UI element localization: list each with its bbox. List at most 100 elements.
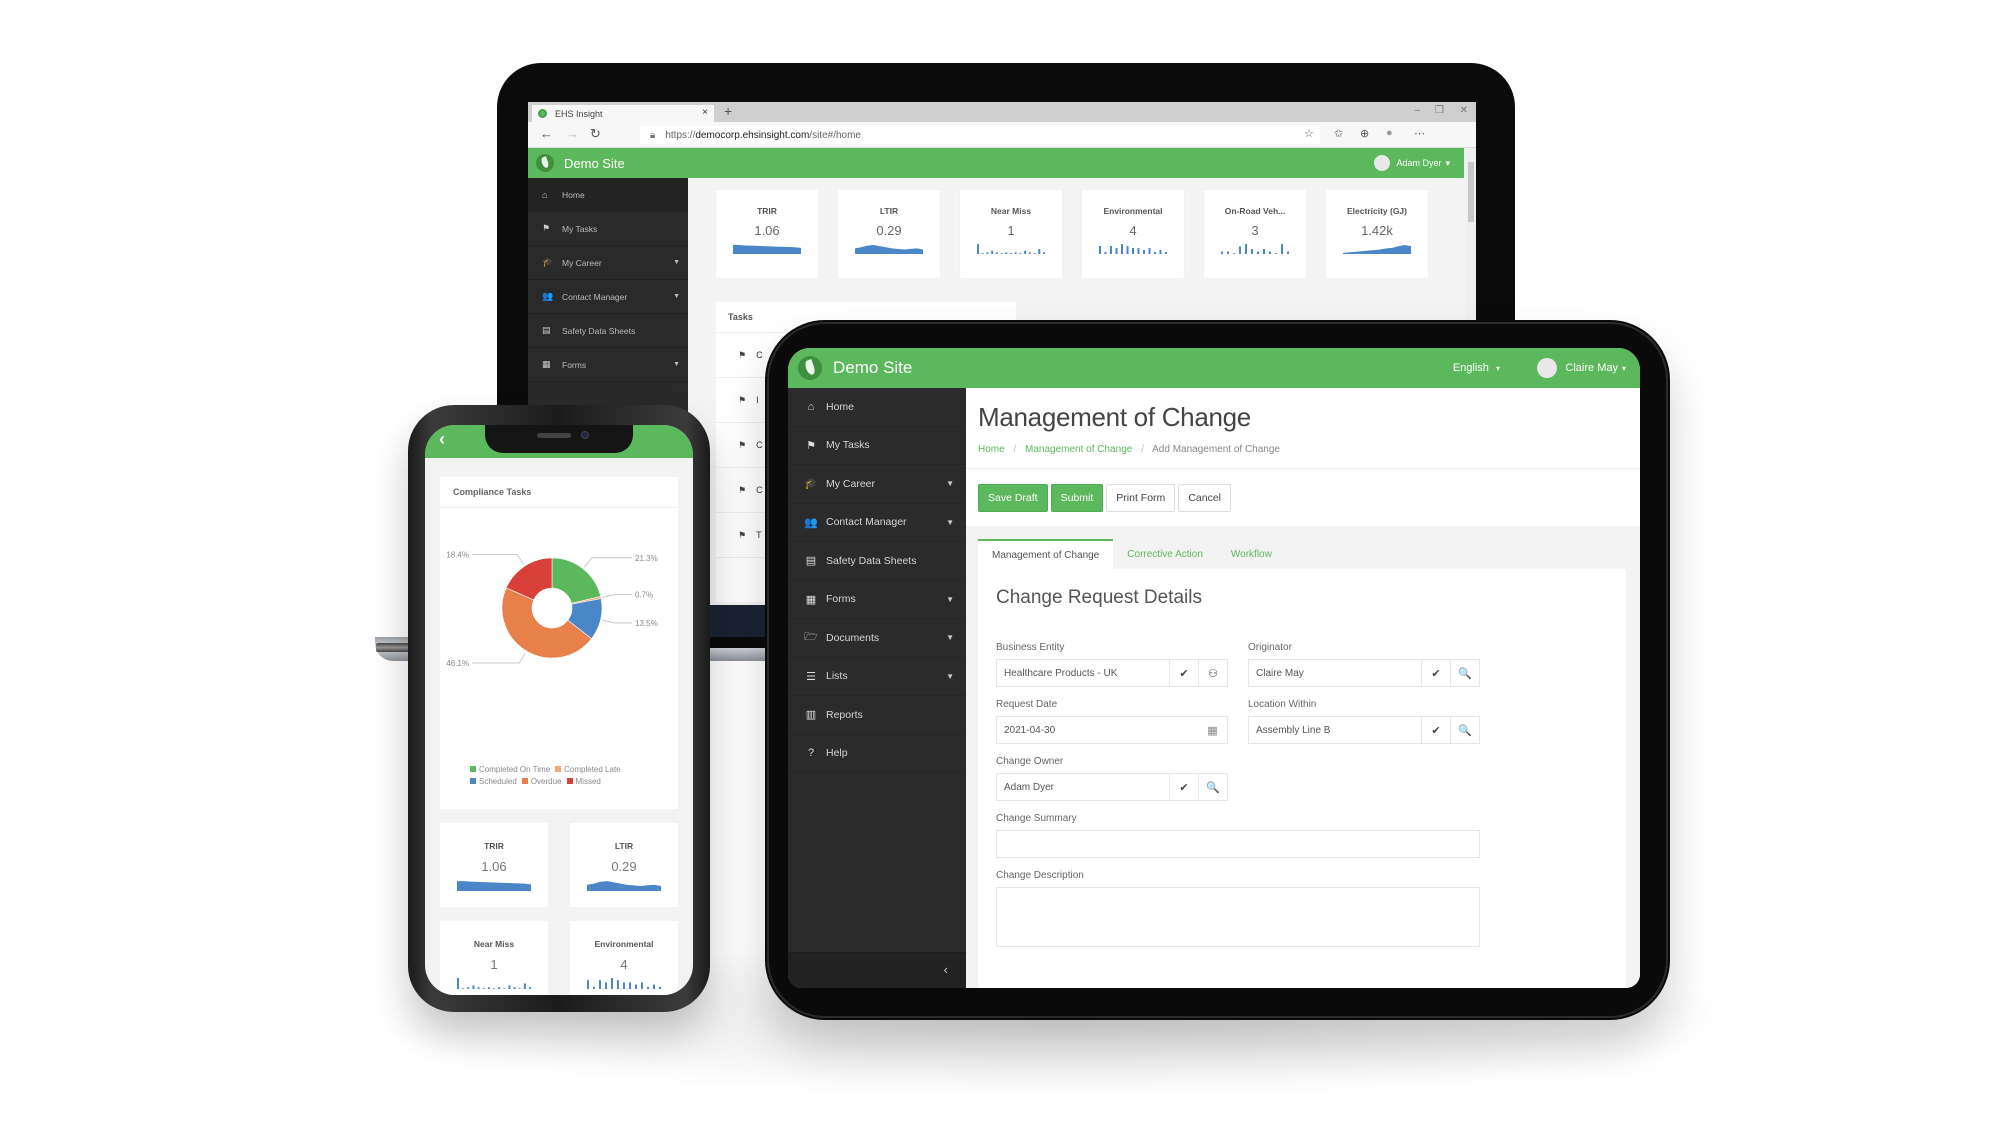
- tab-management-of-change[interactable]: Management of Change: [978, 539, 1114, 569]
- favorites-list-icon[interactable]: ✩: [1334, 127, 1343, 140]
- legend-item-missed[interactable]: Missed: [566, 777, 601, 786]
- sparkline-bar: [467, 987, 470, 989]
- sidebar-item-my-tasks[interactable]: ⚑ My Tasks: [788, 427, 966, 465]
- reload-icon[interactable]: ↻: [590, 126, 601, 142]
- hierarchy-icon[interactable]: ⚇: [1198, 660, 1227, 686]
- sidebar-item-documents[interactable]: 🗁 Documents ▼: [788, 619, 966, 658]
- search-icon[interactable]: 🔍: [1198, 774, 1227, 800]
- sidebar-item-lists[interactable]: ☰ Lists ▼: [788, 658, 966, 696]
- divider: [966, 468, 1640, 469]
- donut-slice-completed-on-time[interactable]: [551, 557, 602, 604]
- submit-button[interactable]: Submit: [1050, 484, 1104, 512]
- phone-frame: ‹ Compliance Tasks 21.3% 0.7% 13.5% 46.1% 18…: [408, 405, 710, 1012]
- sidebar-item-my-career[interactable]: 🎓 My Career ▼: [788, 465, 966, 504]
- business-entity-value[interactable]: Healthcare Products - UK: [997, 668, 1169, 679]
- business-entity-field[interactable]: Healthcare Products - UK ✔ ⚇: [996, 659, 1228, 687]
- kpi-card-environmental[interactable]: Environmental 4: [1082, 190, 1184, 278]
- check-icon[interactable]: ✔: [1169, 660, 1198, 686]
- sidebar-item-forms[interactable]: ▦ Forms ▼: [788, 581, 966, 619]
- sidebar-item-safety-data-sheets[interactable]: ▤ Safety Data Sheets: [528, 314, 688, 348]
- kpi-card-trir[interactable]: TRIR 1.06: [440, 823, 548, 907]
- sidebar-item-forms[interactable]: ▦ Forms ▼: [528, 348, 688, 382]
- back-icon[interactable]: ‹: [439, 429, 445, 450]
- breadcrumb-current: Add Management of Change: [1152, 444, 1280, 455]
- site-name[interactable]: Demo Site: [833, 358, 912, 378]
- scrollbar-thumb[interactable]: [1468, 162, 1474, 222]
- calendar-icon[interactable]: ▦: [1198, 717, 1227, 743]
- change-summary-label: Change Summary: [996, 813, 1077, 824]
- sidebar-item-safety-data-sheets[interactable]: ▤ Safety Data Sheets: [788, 542, 966, 581]
- sidebar-item-help[interactable]: ? Help: [788, 735, 966, 773]
- compliance-tasks-title: Compliance Tasks: [440, 477, 678, 508]
- originator-value[interactable]: Claire May: [1249, 668, 1421, 679]
- kpi-card-on-road-veh[interactable]: On-Road Veh... 3: [1204, 190, 1306, 278]
- change-summary-input[interactable]: [996, 830, 1480, 858]
- sidebar-item-home[interactable]: ⌂ Home: [528, 178, 688, 212]
- minimize-icon[interactable]: –: [1414, 105, 1420, 116]
- caret-down-icon: ▾: [1445, 157, 1450, 168]
- sidebar-item-home[interactable]: ⌂ Home: [788, 388, 966, 427]
- sidebar-item-contact-manager[interactable]: 👥 Contact Manager ▼: [528, 280, 688, 314]
- breadcrumb-management-of-change[interactable]: Management of Change: [1025, 444, 1132, 455]
- flag-icon: ⚑: [542, 223, 551, 233]
- sparkline-bar: [508, 985, 511, 989]
- sidebar-item-my-tasks[interactable]: ⚑ My Tasks: [528, 212, 688, 246]
- request-date-value[interactable]: 2021-04-30: [997, 725, 1198, 736]
- location-within-value[interactable]: Assembly Line B: [1249, 725, 1421, 736]
- check-icon[interactable]: ✔: [1421, 660, 1450, 686]
- collections-icon[interactable]: ⊕: [1360, 127, 1369, 140]
- tab-close-icon[interactable]: ×: [702, 107, 708, 118]
- kpi-card-electricity-gj[interactable]: Electricity (GJ) 1.42k: [1326, 190, 1428, 278]
- url-input[interactable]: 🔒︎ https:// democorp.ehsinsight.com /sit…: [640, 126, 1320, 144]
- sidebar-item-label: Documents: [826, 631, 880, 644]
- check-icon[interactable]: ✔: [1421, 717, 1450, 743]
- language-selector[interactable]: English ▾: [1453, 362, 1500, 374]
- phone-notch: [485, 425, 633, 453]
- kpi-card-ltir[interactable]: LTIR 0.29: [570, 823, 678, 907]
- profile-icon[interactable]: ●: [1386, 127, 1393, 139]
- breadcrumb-home[interactable]: Home: [978, 444, 1005, 455]
- flag-icon: ⚑: [806, 439, 816, 452]
- cancel-button[interactable]: Cancel: [1178, 484, 1231, 512]
- sidebar-item-my-career[interactable]: 🎓 My Career ▼: [528, 246, 688, 280]
- kpi-card-trir[interactable]: TRIR 1.06: [716, 190, 818, 278]
- kpi-card-environmental[interactable]: Environmental 4: [570, 921, 678, 995]
- kpi-label: Environmental: [1103, 206, 1163, 216]
- check-icon[interactable]: ✔: [1169, 774, 1198, 800]
- sidebar-item-contact-manager[interactable]: 👥 Contact Manager ▼: [788, 504, 966, 542]
- originator-field[interactable]: Claire May ✔ 🔍: [1248, 659, 1480, 687]
- back-icon[interactable]: ←: [540, 126, 553, 141]
- change-owner-field[interactable]: Adam Dyer ✔ 🔍: [996, 773, 1228, 801]
- more-menu-icon[interactable]: ⋯: [1414, 127, 1425, 140]
- tab-workflow[interactable]: Workflow: [1217, 539, 1286, 569]
- legend-item-completed-late[interactable]: Completed Late: [555, 765, 621, 774]
- kpi-card-ltir[interactable]: LTIR 0.29: [838, 190, 940, 278]
- close-window-icon[interactable]: ✕: [1460, 105, 1468, 116]
- save-draft-button[interactable]: Save Draft: [978, 484, 1048, 512]
- location-within-field[interactable]: Assembly Line B ✔ 🔍: [1248, 716, 1480, 744]
- new-tab-button[interactable]: +: [724, 103, 732, 119]
- legend-item-scheduled[interactable]: Scheduled: [470, 777, 517, 786]
- legend-item-completed-on-time[interactable]: Completed On Time: [470, 765, 550, 774]
- user-menu[interactable]: Claire May ▾: [1537, 358, 1626, 378]
- request-date-field[interactable]: 2021-04-30 ▦: [996, 716, 1228, 744]
- tab-corrective-action[interactable]: Corrective Action: [1113, 539, 1217, 569]
- collapse-sidebar-icon[interactable]: ‹: [944, 962, 948, 977]
- kpi-card-near-miss[interactable]: Near Miss 1: [960, 190, 1062, 278]
- print-form-button[interactable]: Print Form: [1106, 484, 1176, 512]
- forward-icon[interactable]: →: [566, 126, 579, 141]
- legend-item-overdue[interactable]: Overdue: [521, 777, 562, 786]
- user-menu[interactable]: Adam Dyer ▾: [1374, 155, 1450, 171]
- browser-tab[interactable]: EHS Insight ×: [532, 105, 714, 122]
- favorite-star-icon[interactable]: ☆: [1304, 127, 1314, 140]
- browser-tab-bar: EHS Insight × + – ❐ ✕: [528, 102, 1476, 122]
- change-owner-value[interactable]: Adam Dyer: [997, 782, 1169, 793]
- search-icon[interactable]: 🔍: [1450, 717, 1479, 743]
- sidebar-item-reports[interactable]: ▥ Reports: [788, 696, 966, 735]
- change-description-textarea[interactable]: [996, 887, 1480, 947]
- list-icon: ☰: [806, 670, 816, 683]
- restore-icon[interactable]: ❐: [1435, 105, 1444, 116]
- site-name[interactable]: Demo Site: [564, 156, 625, 171]
- search-icon[interactable]: 🔍: [1450, 660, 1479, 686]
- kpi-card-near-miss[interactable]: Near Miss 1: [440, 921, 548, 995]
